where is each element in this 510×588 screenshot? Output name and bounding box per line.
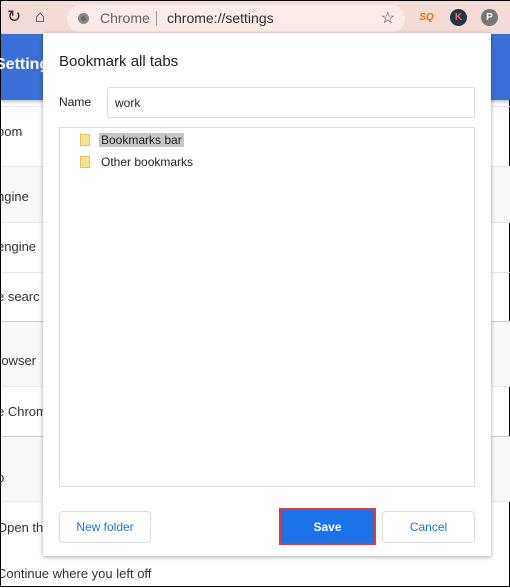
- cancel-button[interactable]: Cancel: [382, 511, 475, 543]
- row-text: oom: [0, 124, 23, 139]
- folder-icon: [80, 156, 90, 168]
- extension-sq-icon[interactable]: SQ: [418, 9, 435, 26]
- new-folder-button[interactable]: New folder: [59, 511, 151, 543]
- star-icon[interactable]: ☆: [381, 5, 395, 32]
- address-bar[interactable]: Chrome chrome://settings ☆: [67, 5, 405, 32]
- chrome-icon: [78, 13, 89, 24]
- extension-k-icon[interactable]: K: [450, 9, 467, 26]
- folder-other-bookmarks[interactable]: Other bookmarks: [80, 153, 195, 171]
- browser-toolbar: ↻ ⌂ Chrome chrome://settings ☆ SQ K P: [1, 1, 510, 34]
- reload-icon[interactable]: ↻: [7, 8, 21, 26]
- row-text: engine: [0, 239, 37, 254]
- dialog-title: Bookmark all tabs: [59, 53, 179, 70]
- divider: [156, 11, 157, 26]
- row-text: p: [0, 470, 5, 485]
- row-text: Open th: [0, 520, 44, 535]
- folder-label: Bookmarks bar: [99, 133, 184, 147]
- row-text: e Chrom: [0, 404, 47, 419]
- row-text: Continue where you left off: [0, 566, 152, 581]
- folder-icon: [80, 134, 90, 146]
- site-label: Chrome: [100, 10, 150, 26]
- row-text: e searc: [0, 289, 40, 304]
- url-text[interactable]: chrome://settings: [167, 5, 274, 32]
- row-text: rowser: [0, 353, 37, 368]
- folder-bookmarks-bar[interactable]: Bookmarks bar: [80, 131, 184, 149]
- folder-label: Other bookmarks: [101, 155, 194, 169]
- name-label: Name: [59, 95, 92, 109]
- bookmark-all-tabs-dialog: Bookmark all tabs Name Bookmarks bar Oth…: [43, 33, 491, 556]
- row-text: ngine: [0, 189, 29, 204]
- home-icon[interactable]: ⌂: [35, 8, 45, 26]
- settings-row[interactable]: Continue where you left off: [0, 556, 510, 588]
- save-button[interactable]: Save: [279, 508, 376, 545]
- pinterest-icon[interactable]: P: [481, 9, 498, 26]
- name-input[interactable]: [107, 87, 475, 118]
- folder-tree[interactable]: Bookmarks bar Other bookmarks: [59, 127, 475, 487]
